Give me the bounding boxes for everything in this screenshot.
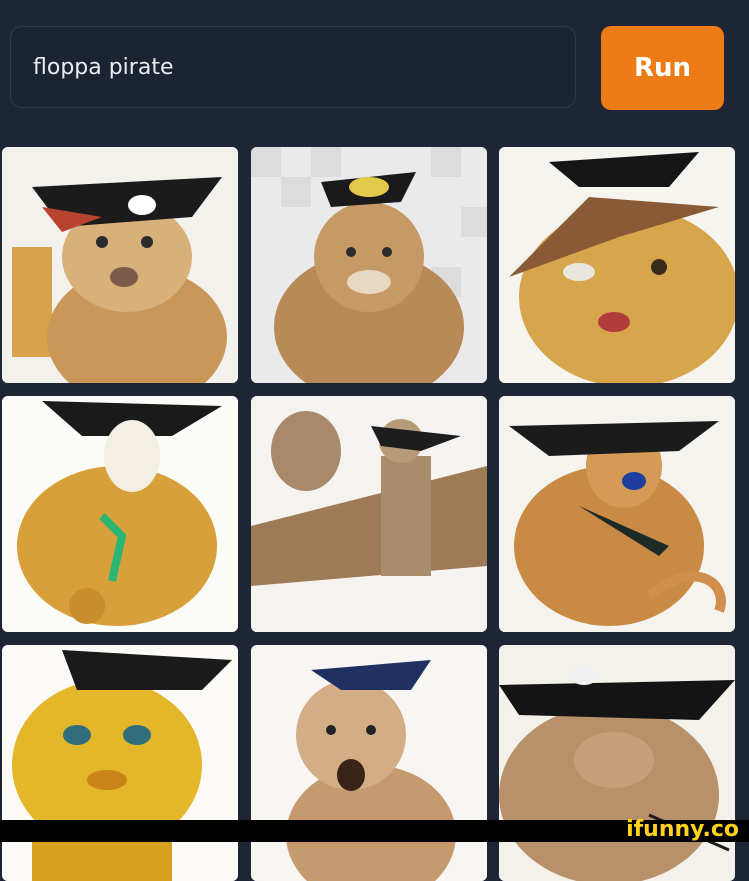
results-grid bbox=[0, 145, 749, 881]
result-image-4[interactable] bbox=[2, 396, 238, 632]
result-image-5[interactable] bbox=[251, 396, 487, 632]
result-image-8[interactable] bbox=[251, 645, 487, 881]
prompt-text: floppa pirate bbox=[33, 55, 174, 80]
result-image-2[interactable] bbox=[251, 147, 487, 383]
header-bar: floppa pirate Run bbox=[0, 0, 749, 140]
watermark-text: ifunny.co bbox=[626, 817, 739, 842]
result-image-1[interactable] bbox=[2, 147, 238, 383]
result-image-7[interactable] bbox=[2, 645, 238, 881]
result-image-3[interactable] bbox=[499, 147, 735, 383]
prompt-input[interactable]: floppa pirate bbox=[10, 26, 576, 108]
result-image-9[interactable] bbox=[499, 645, 735, 881]
run-button[interactable]: Run bbox=[601, 26, 724, 110]
result-image-6[interactable] bbox=[499, 396, 735, 632]
